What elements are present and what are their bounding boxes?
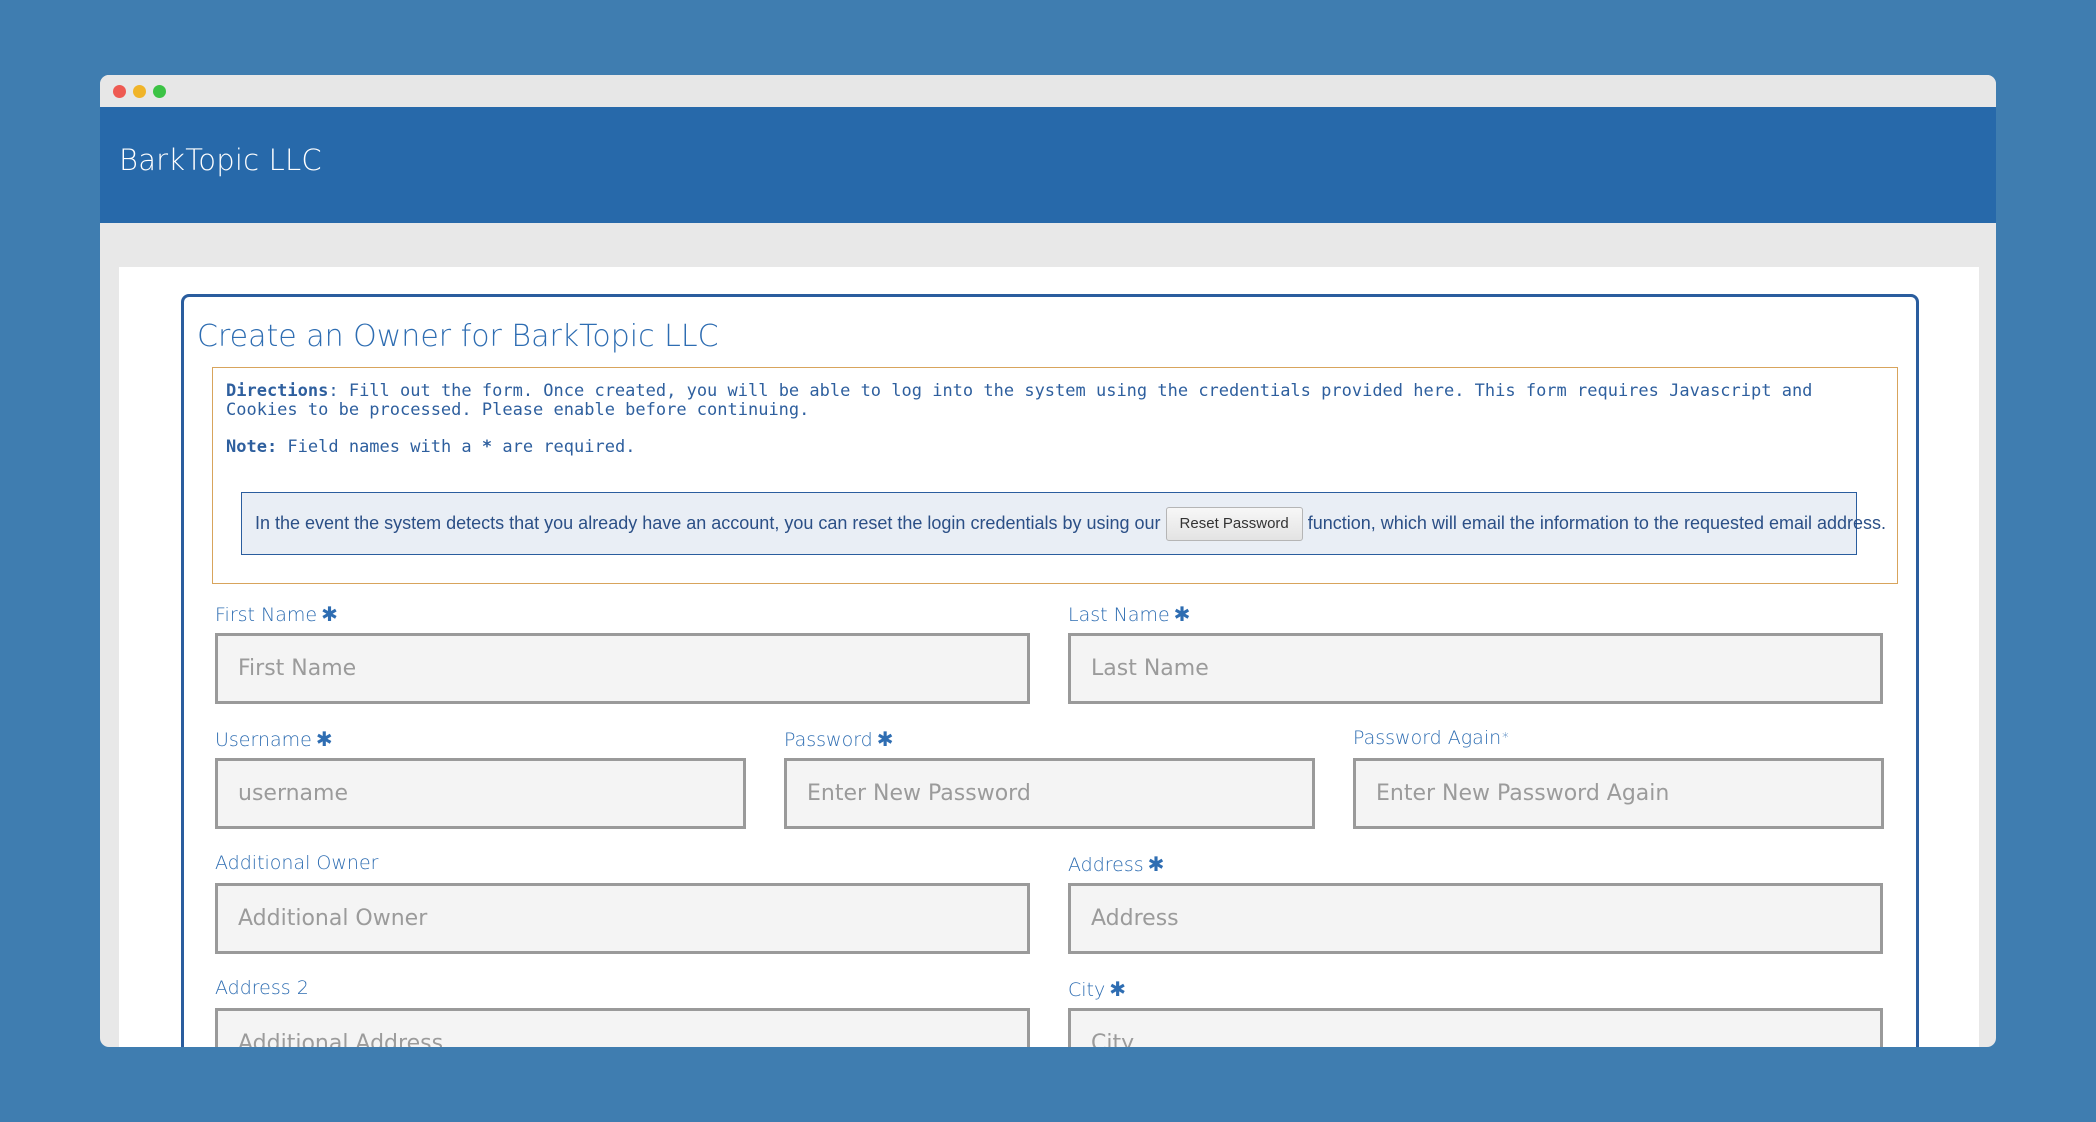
required-icon: ✱ [1147,852,1165,876]
required-icon: * [1502,731,1509,746]
last-name-input[interactable] [1068,633,1883,704]
username-label-text: Username [215,729,312,751]
required-icon: ✱ [1173,602,1191,626]
reset-password-button[interactable]: Reset Password [1165,506,1303,541]
first-name-input[interactable] [215,633,1030,704]
maximize-window-button[interactable] [153,85,166,98]
minimize-window-button[interactable] [133,85,146,98]
address-input[interactable] [1068,883,1883,954]
browser-window: BarkTopic LLC Create an Owner for BarkTo… [100,75,1996,1047]
additional-owner-label-text: Additional Owner [215,852,379,874]
first-name-label-text: First Name [215,604,318,626]
window-titlebar [100,75,1996,107]
app-header: BarkTopic LLC [100,107,1996,223]
note-asterisk: * [481,437,493,457]
required-icon: ✱ [315,727,333,751]
note-paragraph: Note: Field names with a * are required. [226,438,1884,457]
reset-password-notice: In the event the system detects that you… [241,492,1886,555]
city-input[interactable] [1068,1008,1883,1047]
password-label: Password ✱ [784,727,894,751]
page-title: Create an Owner for BarkTopic LLC [197,319,719,354]
city-label: City ✱ [1068,977,1126,1001]
last-name-label-text: Last Name [1068,604,1170,626]
directions-panel: Directions: Fill out the form. Once crea… [212,367,1898,584]
address2-label: Address 2 [215,977,309,999]
note-text-before: Field names with a [277,437,482,457]
directions-text: : Fill out the form. Once created, you w… [226,381,1813,420]
note-label: Note: [226,437,278,457]
owner-form-card: Create an Owner for BarkTopic LLC Direct… [181,294,1919,1047]
directions-label: Directions [226,381,329,401]
brand-title[interactable]: BarkTopic LLC [119,143,322,177]
close-window-button[interactable] [113,85,126,98]
required-icon: ✱ [1109,977,1127,1001]
username-label: Username ✱ [215,727,333,751]
required-icon: ✱ [321,602,338,626]
password-label-text: Password [784,729,873,751]
address2-input[interactable] [215,1008,1030,1047]
reset-text-before: In the event the system detects that you… [255,513,1161,533]
reset-text-after: function, which will email the informati… [1307,513,1887,533]
password-again-label-text: Password Again [1353,727,1502,749]
required-icon: ✱ [876,727,894,751]
username-input[interactable] [215,758,746,829]
directions-paragraph: Directions: Fill out the form. Once crea… [226,382,1884,420]
address-label-text: Address [1068,854,1144,876]
address-label: Address ✱ [1068,852,1164,876]
additional-owner-input[interactable] [215,883,1030,954]
password-again-input[interactable] [1353,758,1884,829]
address2-label-text: Address 2 [215,977,309,999]
note-text-after: are required. [492,437,636,457]
city-label-text: City [1068,979,1106,1001]
password-again-label: Password Again* [1353,727,1509,749]
additional-owner-label: Additional Owner [215,852,378,874]
content-area: Create an Owner for BarkTopic LLC Direct… [119,267,1979,1047]
first-name-label: First Name ✱ [215,602,338,626]
password-input[interactable] [784,758,1315,829]
last-name-label: Last Name ✱ [1068,602,1190,626]
